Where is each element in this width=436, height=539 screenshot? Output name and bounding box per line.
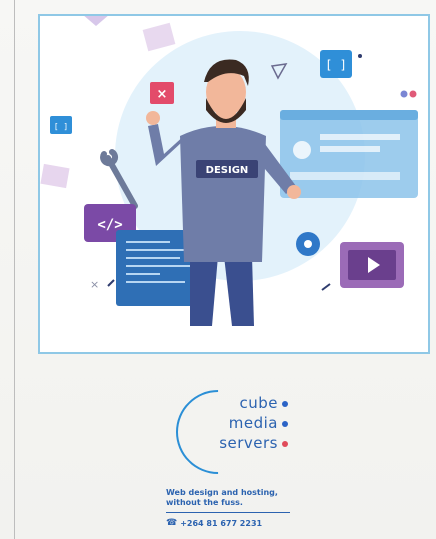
logo-line-servers: servers [219, 436, 288, 451]
person-hand [287, 185, 301, 199]
phone-line: ☎ +264 81 677 2231 [166, 518, 262, 528]
tagline: Web design and hosting, without the fuss… [166, 488, 278, 507]
logo-dot-blue [282, 420, 288, 427]
logo-line-media: media [229, 416, 288, 431]
dot [409, 90, 417, 98]
page: [ ] [ ] × </> × DESIGN cube media server… [0, 0, 436, 539]
envelope-shape [142, 22, 176, 52]
brand-logo: cube media servers [158, 372, 306, 492]
divider [166, 512, 290, 513]
ui-panel-line [320, 134, 400, 140]
dot [358, 54, 362, 58]
envelope-shape [40, 163, 70, 189]
small-bracket-label: [ ] [54, 122, 68, 131]
gear-hole [304, 240, 312, 248]
person-leg [190, 256, 218, 326]
logo-word-media: media [228, 414, 278, 432]
triangle-shape [84, 16, 108, 26]
dot [400, 90, 408, 98]
ui-panel-avatar [293, 141, 311, 159]
hero-illustration: [ ] [ ] × </> × DESIGN [40, 16, 418, 326]
ui-panel-line [290, 172, 400, 180]
hero-illustration-frame: [ ] [ ] × </> × DESIGN [38, 14, 430, 354]
person-leg [224, 256, 254, 326]
bracket-window-label: [ ] [325, 58, 347, 72]
logo-dot-red [282, 440, 288, 447]
person-hand [146, 111, 160, 125]
ui-panel-titlebar [280, 110, 418, 120]
logo-dot-blue [282, 400, 288, 407]
ui-panel-line [320, 146, 380, 152]
shirt-label: DESIGN [206, 165, 249, 176]
logo-word-servers: servers [219, 434, 278, 452]
dash-mark [321, 283, 331, 291]
logo-word-cube: cube [239, 394, 278, 412]
person-torso [180, 126, 266, 262]
logo-arc [158, 372, 278, 492]
dash-mark [107, 279, 115, 287]
phone-number[interactable]: +264 81 677 2231 [180, 519, 262, 528]
phone-icon: ☎ [166, 518, 178, 528]
logo-line-cube: cube [239, 396, 288, 411]
margin-rule [14, 0, 15, 539]
x-mark: × [90, 278, 99, 291]
close-x-icon: × [157, 87, 168, 102]
